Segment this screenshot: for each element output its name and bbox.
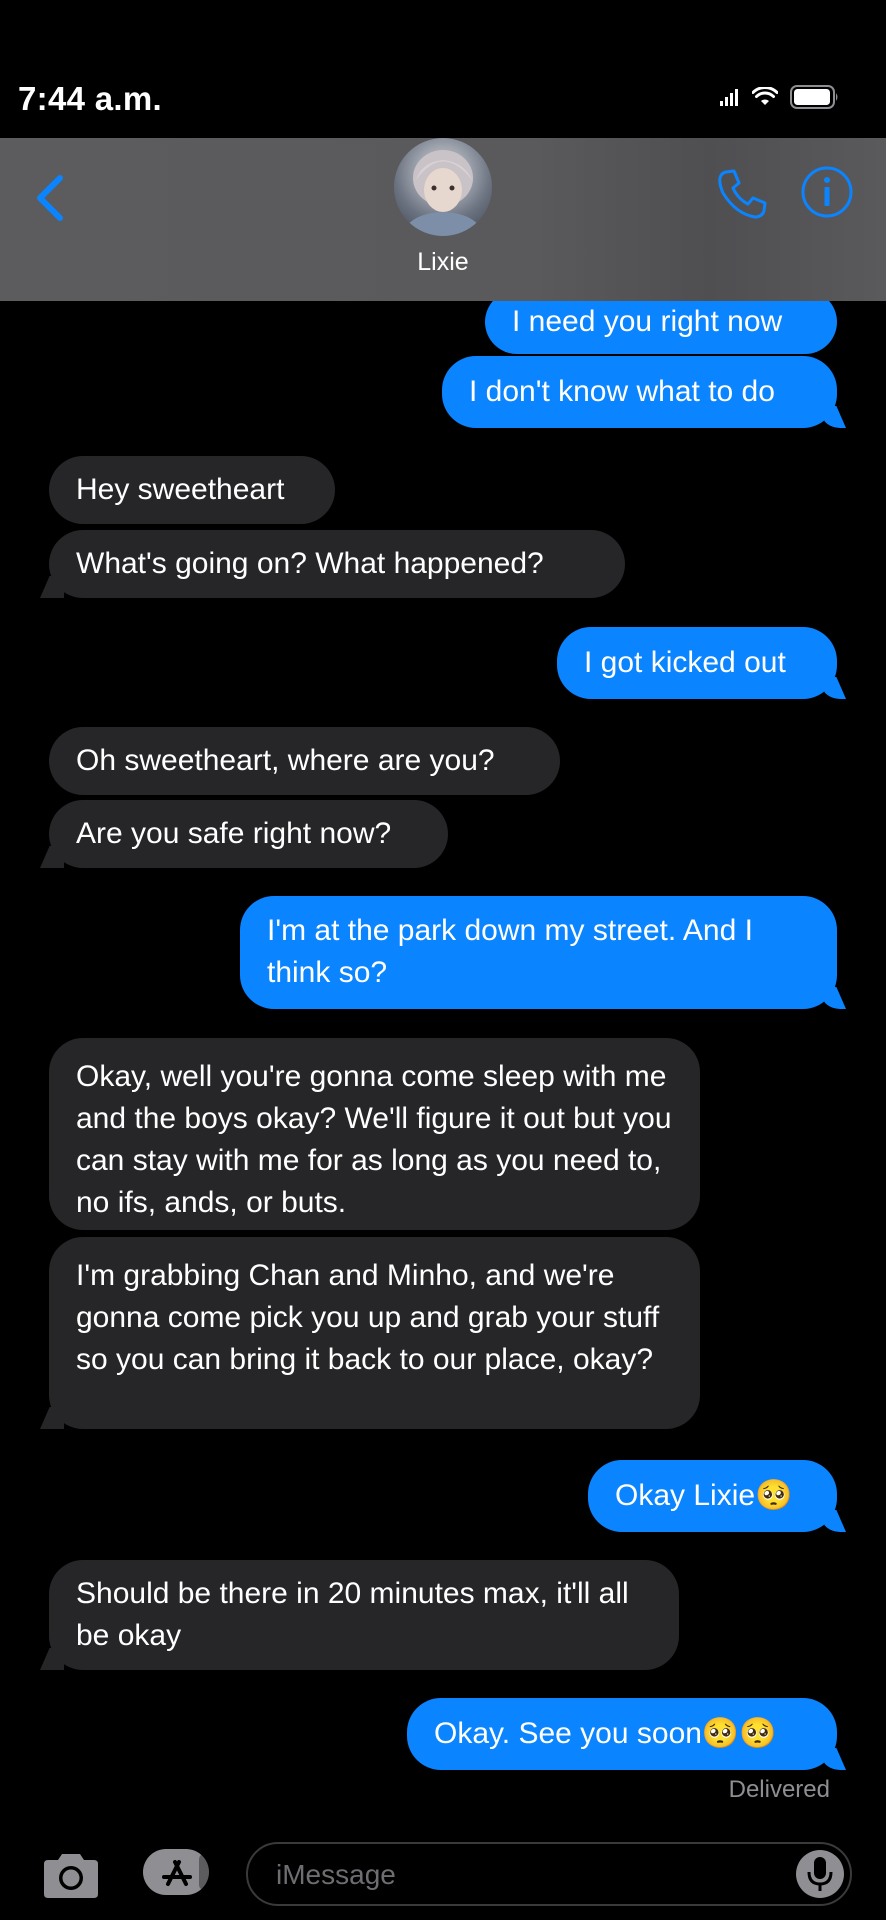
message-received[interactable]: Are you safe right now?: [49, 800, 448, 868]
camera-button[interactable]: [40, 1850, 102, 1902]
status-time: 7:44 a.m.: [18, 80, 162, 117]
conversation-header: Lixie: [0, 138, 886, 301]
message-received[interactable]: Okay, well you're gonna come sleep with …: [49, 1038, 700, 1230]
camera-icon: [44, 1854, 98, 1898]
message-received[interactable]: Should be there in 20 minutes max, it'll…: [49, 1560, 679, 1670]
contact-name[interactable]: Lixie: [0, 248, 886, 277]
message-input[interactable]: [274, 1854, 758, 1896]
message-input-container[interactable]: [246, 1842, 852, 1906]
status-icons: [720, 85, 840, 109]
app-store-icon: [143, 1849, 209, 1895]
signal-icon: [720, 89, 738, 106]
contact-avatar[interactable]: [394, 138, 492, 236]
message-received[interactable]: Hey sweetheart: [49, 456, 335, 524]
back-button[interactable]: [24, 168, 74, 228]
message-received[interactable]: Oh sweetheart, where are you?: [49, 727, 560, 795]
phone-icon: [718, 169, 767, 219]
info-icon: [801, 166, 853, 218]
dictation-button[interactable]: [796, 1850, 844, 1898]
info-button[interactable]: [800, 165, 854, 219]
status-bar: 7:44 a.m.: [0, 0, 886, 138]
message-sent[interactable]: Okay Lixie🥺: [588, 1460, 837, 1532]
battery-icon: [790, 85, 838, 109]
message-sent[interactable]: I'm at the park down my street. And I th…: [240, 896, 837, 1009]
message-received[interactable]: What's going on? What happened?: [49, 530, 625, 598]
message-sent[interactable]: Okay. See you soon🥺🥺: [407, 1698, 837, 1770]
avatar-photo: [403, 150, 483, 236]
call-button[interactable]: [714, 166, 770, 222]
composer-bar: [0, 1820, 886, 1920]
message-received[interactable]: I'm grabbing Chan and Minho, and we're g…: [49, 1237, 700, 1429]
wifi-icon: [752, 87, 778, 105]
message-sent[interactable]: I got kicked out: [557, 627, 837, 699]
delivery-status: Delivered: [728, 1776, 830, 1803]
back-chevron-icon: [37, 175, 63, 221]
app-store-button[interactable]: [142, 1848, 212, 1896]
microphone-icon: [807, 1857, 833, 1891]
message-sent[interactable]: I don't know what to do: [442, 356, 837, 428]
